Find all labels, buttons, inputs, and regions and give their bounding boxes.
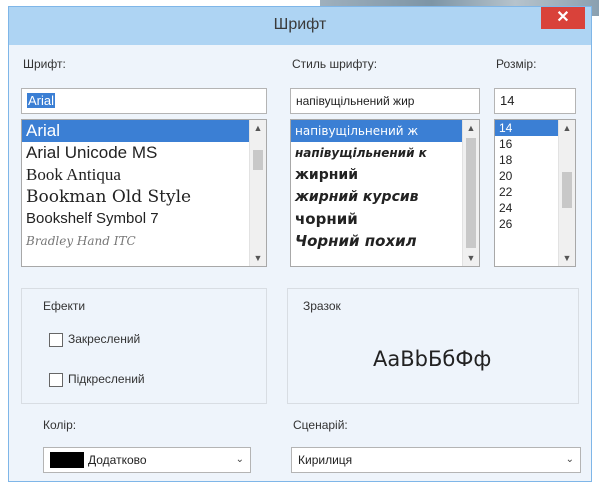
font-list-item[interactable]: Book Antiqua — [22, 164, 266, 186]
scroll-down-icon[interactable]: ▼ — [463, 250, 479, 266]
scroll-up-icon[interactable]: ▲ — [250, 120, 266, 136]
font-list-item[interactable]: Bradley Hand ITC — [22, 230, 266, 252]
style-list-item[interactable]: напівущільнений к — [291, 142, 479, 164]
scroll-up-icon[interactable]: ▲ — [559, 120, 575, 136]
style-label: Стиль шрифту: — [292, 57, 378, 71]
color-label: Колір: — [43, 418, 77, 432]
sample-preview: AaBbБбФф — [373, 347, 492, 371]
chevron-down-icon: ⌄ — [565, 454, 574, 465]
font-list-item[interactable]: Arial Unicode MS — [22, 142, 266, 164]
effects-label: Ефекти — [43, 299, 86, 313]
scroll-down-icon[interactable]: ▼ — [250, 250, 266, 266]
scroll-up-icon[interactable]: ▲ — [463, 120, 479, 136]
font-input-value: Arial — [27, 93, 56, 108]
style-list-item[interactable]: чорний — [291, 208, 479, 230]
style-list-item[interactable]: жирний курсив — [291, 186, 479, 208]
close-button[interactable]: ✕ — [541, 7, 585, 29]
style-list-scrollbar[interactable]: ▲ ▼ — [462, 120, 479, 266]
underline-checkbox[interactable] — [49, 373, 63, 387]
color-select-value: Додатково — [88, 453, 147, 467]
font-list-scrollbar[interactable]: ▲ ▼ — [249, 120, 266, 266]
scroll-thumb[interactable] — [253, 150, 263, 170]
color-select[interactable]: Додатково ⌄ — [43, 447, 251, 473]
style-list-item[interactable]: напівущільнений ж — [291, 120, 479, 142]
sample-label: Зразок — [303, 299, 341, 313]
style-list-item[interactable]: жирний — [291, 164, 479, 186]
size-input[interactable]: 14 — [494, 88, 576, 114]
close-icon: ✕ — [556, 9, 570, 26]
strikeout-checkbox[interactable] — [49, 333, 63, 347]
font-list-item[interactable]: Arial — [22, 120, 266, 142]
title-bar[interactable]: Шрифт ✕ — [9, 7, 591, 45]
font-list-item[interactable]: Bookshelf Symbol 7 — [22, 208, 266, 230]
size-list[interactable]: 14 16 18 20 22 24 26 ▲ ▼ — [494, 119, 576, 267]
script-select-value: Кирилиця — [298, 453, 353, 467]
style-list[interactable]: напівущільнений ж напівущільнений к жирн… — [290, 119, 480, 267]
size-list-scrollbar[interactable]: ▲ ▼ — [558, 120, 575, 266]
script-select[interactable]: Кирилиця ⌄ — [291, 447, 581, 473]
strikeout-label[interactable]: Закреслений — [68, 332, 140, 346]
font-label: Шрифт: — [23, 57, 66, 71]
style-input[interactable]: напівущільнений жир — [290, 88, 480, 114]
chevron-down-icon: ⌄ — [235, 454, 244, 465]
scroll-thumb[interactable] — [466, 138, 476, 248]
color-swatch — [50, 452, 84, 468]
dialog-title: Шрифт — [273, 16, 327, 33]
font-list-item[interactable]: Bookman Old Style — [22, 186, 266, 208]
style-list-item[interactable]: Чорний похил — [291, 230, 479, 252]
scroll-thumb[interactable] — [562, 172, 572, 208]
script-label: Сценарій: — [293, 418, 348, 432]
font-dialog: Шрифт ✕ Шрифт: Arial Arial Arial Unicode… — [8, 6, 592, 482]
font-input[interactable]: Arial — [21, 88, 267, 114]
underline-label[interactable]: Підкреслений — [68, 372, 145, 386]
font-list[interactable]: Arial Arial Unicode MS Book Antiqua Book… — [21, 119, 267, 267]
size-label: Розмір: — [496, 57, 537, 71]
dialog-body: Шрифт: Arial Arial Arial Unicode MS Book… — [9, 45, 591, 481]
scroll-down-icon[interactable]: ▼ — [559, 250, 575, 266]
